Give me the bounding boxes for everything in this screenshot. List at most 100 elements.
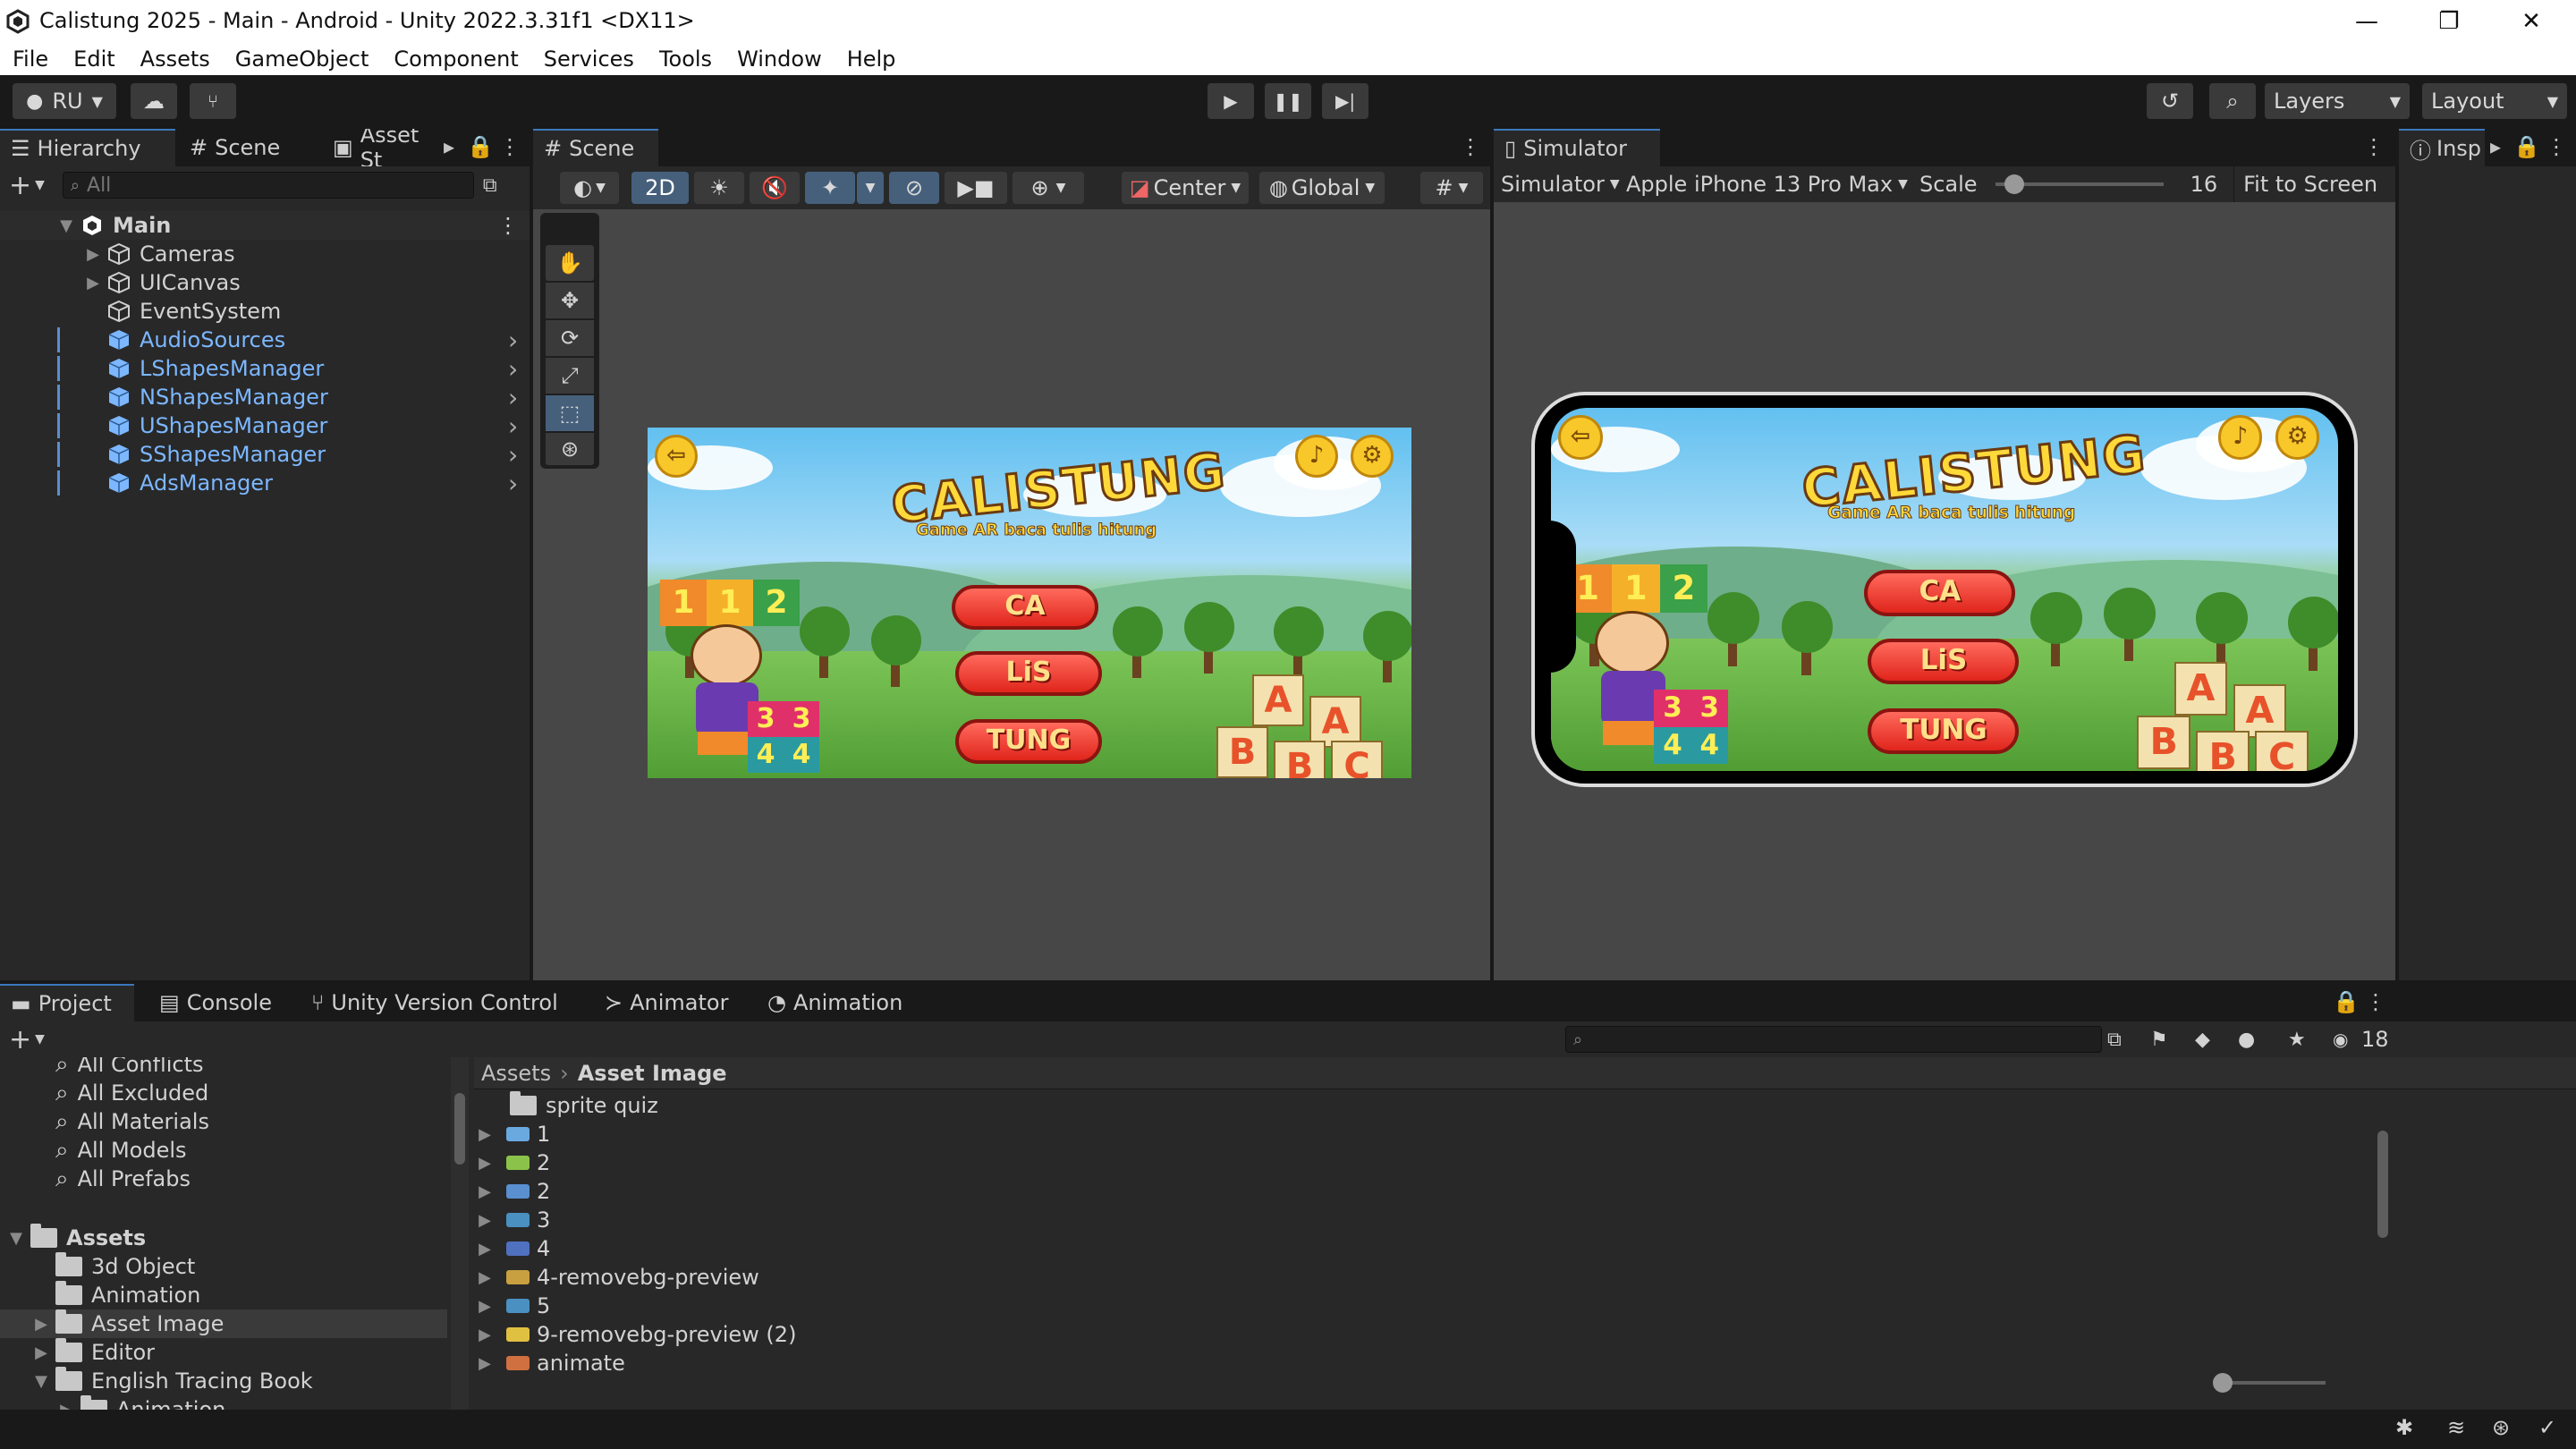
effects-toggle[interactable]: ✦	[805, 172, 855, 204]
maximize-button[interactable]: ❐	[2431, 4, 2467, 39]
tab-inspector[interactable]: ⓘ Insp	[2399, 129, 2485, 166]
layout-dropdown[interactable]: Layout ▼	[2422, 83, 2567, 119]
expand-arrow-icon[interactable]: ▶	[476, 1326, 494, 1344]
hierarchy-item[interactable]: EventSystem	[0, 297, 530, 326]
hand-tool-icon[interactable]: ✋	[546, 245, 594, 281]
favorite-search-item[interactable]: ⌕ All Materials	[0, 1107, 447, 1136]
add-icon[interactable]: +	[9, 170, 31, 201]
hierarchy-item[interactable]: AdsManager ›	[0, 469, 530, 498]
tree-scrollbar[interactable]	[451, 1057, 469, 1410]
hierarchy-item[interactable]: SShapesManager ›	[0, 440, 530, 470]
layers-dropdown[interactable]: Layers ▼	[2265, 83, 2410, 119]
warning-icon[interactable]: ●	[2238, 1029, 2255, 1051]
hierarchy-item[interactable]: LShapesManager ›	[0, 354, 530, 384]
file-scrollbar-thumb[interactable]	[2377, 1131, 2388, 1238]
back-button-icon[interactable]: ⇦	[655, 435, 698, 478]
prefab-open-chevron-icon[interactable]: ›	[508, 354, 518, 384]
audio-toggle[interactable]: 🔇	[750, 172, 800, 204]
move-tool-icon[interactable]: ✥	[546, 283, 594, 318]
menu-button-tung[interactable]: TUNG	[955, 719, 1102, 764]
collab-button[interactable]: ⑂	[190, 83, 236, 119]
tag-icon[interactable]: ◆	[2195, 1029, 2210, 1051]
expand-arrow-icon[interactable]: ▶	[57, 1401, 75, 1411]
menu-assets[interactable]: Assets	[140, 43, 210, 75]
rect-tool-icon[interactable]: ⬚	[546, 395, 594, 431]
minimize-button[interactable]: —	[2349, 4, 2385, 39]
menu-help[interactable]: Help	[847, 43, 896, 75]
account-button[interactable]: ● RU ▼	[13, 83, 116, 119]
scale-slider-thumb[interactable]	[2004, 174, 2024, 194]
menu-button-ca[interactable]: CA	[1864, 570, 2016, 616]
scale-slider[interactable]	[1995, 174, 2164, 194]
chevron-down-icon[interactable]: ▼	[35, 1032, 45, 1046]
expand-arrow-icon[interactable]: ▼	[7, 1229, 25, 1248]
asset-file-item[interactable]: ▶ 3	[474, 1206, 2352, 1234]
expand-arrow-icon[interactable]: ▶	[84, 245, 102, 264]
add-icon[interactable]: +	[9, 1024, 31, 1055]
kebab-menu-icon[interactable]: ⋮	[2546, 134, 2567, 159]
expand-arrow-icon[interactable]: ▶	[32, 1343, 50, 1362]
tab-more-icon[interactable]: ▸	[442, 134, 456, 159]
play-button[interactable]: ▶	[1208, 83, 1254, 119]
back-button-icon[interactable]: ⇦	[1558, 415, 1603, 460]
lighting-build-icon[interactable]: ⊛	[2492, 1415, 2510, 1440]
scale-tool-icon[interactable]: ⤢	[546, 358, 594, 394]
search-button[interactable]: ⌕	[2209, 83, 2256, 119]
file-scrollbar[interactable]	[2374, 1091, 2392, 1377]
menu-window[interactable]: Window	[737, 43, 822, 75]
asset-folder-item[interactable]: ▶ Animation	[0, 1395, 447, 1410]
asset-folder-item[interactable]: ▼ English Tracing Book	[0, 1367, 447, 1395]
expand-arrow-icon[interactable]: ▶	[476, 1297, 494, 1316]
asset-file-item[interactable]: ▶ 4-removebg-preview	[474, 1263, 2352, 1292]
pause-button[interactable]: ❚❚	[1265, 83, 1311, 119]
hierarchy-root-row[interactable]: ▼ Main ⋮	[0, 211, 530, 240]
lock-icon[interactable]: 🔒	[467, 134, 494, 159]
kebab-menu-icon[interactable]: ⋮	[499, 134, 521, 159]
tab-project[interactable]: ▬ Project	[0, 984, 134, 1021]
kebab-menu-icon[interactable]: ⋮	[2365, 989, 2386, 1014]
asset-file-item[interactable]: ▶ 5	[474, 1292, 2352, 1320]
menu-button-tung[interactable]: TUNG	[1868, 708, 2020, 755]
tab-more-icon[interactable]: ▸	[2488, 134, 2503, 159]
prefab-open-chevron-icon[interactable]: ›	[508, 411, 518, 441]
eye-icon[interactable]: ◉	[2333, 1029, 2348, 1050]
asset-file-item[interactable]: ▶ 2	[474, 1177, 2352, 1206]
hierarchy-item[interactable]: UShapesManager ›	[0, 411, 530, 441]
asset-file-item[interactable]: sprite quiz	[474, 1091, 2352, 1120]
tab-simulator[interactable]: ▯ Simulator	[1494, 129, 1660, 166]
close-button[interactable]: ✕	[2513, 4, 2549, 39]
menu-tools[interactable]: Tools	[659, 43, 712, 75]
favorite-search-item[interactable]: ⌕ All Excluded	[0, 1079, 447, 1107]
prefab-open-chevron-icon[interactable]: ›	[508, 383, 518, 412]
settings-button-icon[interactable]: ⚙	[1351, 435, 1394, 478]
expand-arrow-icon[interactable]: ▶	[476, 1182, 494, 1201]
expand-arrow-icon[interactable]: ▶	[476, 1211, 494, 1230]
menu-gameobject[interactable]: GameObject	[235, 43, 369, 75]
icon-size-slider-thumb[interactable]	[2213, 1373, 2233, 1393]
favorite-search-item[interactable]: ⌕ All Prefabs	[0, 1165, 447, 1193]
prefab-open-chevron-icon[interactable]: ›	[508, 440, 518, 470]
asset-folder-item[interactable]: 3d Object	[0, 1252, 447, 1281]
check-icon[interactable]: ✓	[2538, 1415, 2556, 1440]
hierarchy-item[interactable]: AudioSources ›	[0, 326, 530, 355]
project-search-field[interactable]: ⌕	[1565, 1026, 2102, 1053]
kebab-menu-icon[interactable]: ⋮	[497, 213, 519, 238]
breadcrumb-assets[interactable]: Assets	[481, 1061, 551, 1086]
prefab-open-chevron-icon[interactable]: ›	[508, 326, 518, 355]
assets-root-row[interactable]: ▼ Assets	[0, 1224, 447, 1252]
asset-file-item[interactable]: ▶ 1	[474, 1120, 2352, 1148]
tree-scrollbar-thumb[interactable]	[454, 1093, 465, 1165]
star-icon[interactable]: ★	[2288, 1029, 2306, 1051]
cloud-button[interactable]: ☁	[131, 83, 177, 119]
expand-arrow-icon[interactable]: ▼	[32, 1372, 50, 1391]
kebab-menu-icon[interactable]: ⋮	[2363, 134, 2385, 159]
lock-icon[interactable]: 🔒	[2333, 989, 2360, 1014]
menu-button-lis[interactable]: LiS	[1868, 638, 2020, 685]
favorite-search-item[interactable]: ⌕ All Models	[0, 1136, 447, 1165]
asset-folder-item[interactable]: Animation	[0, 1281, 447, 1309]
tab-animation[interactable]: ◔ Animation	[757, 984, 921, 1021]
prefab-open-chevron-icon[interactable]: ›	[508, 469, 518, 498]
menu-button-ca[interactable]: CA	[952, 585, 1098, 630]
tab-scene-secondary[interactable]: # Scene	[179, 129, 322, 166]
expand-arrow-icon[interactable]: ▶	[476, 1354, 494, 1373]
